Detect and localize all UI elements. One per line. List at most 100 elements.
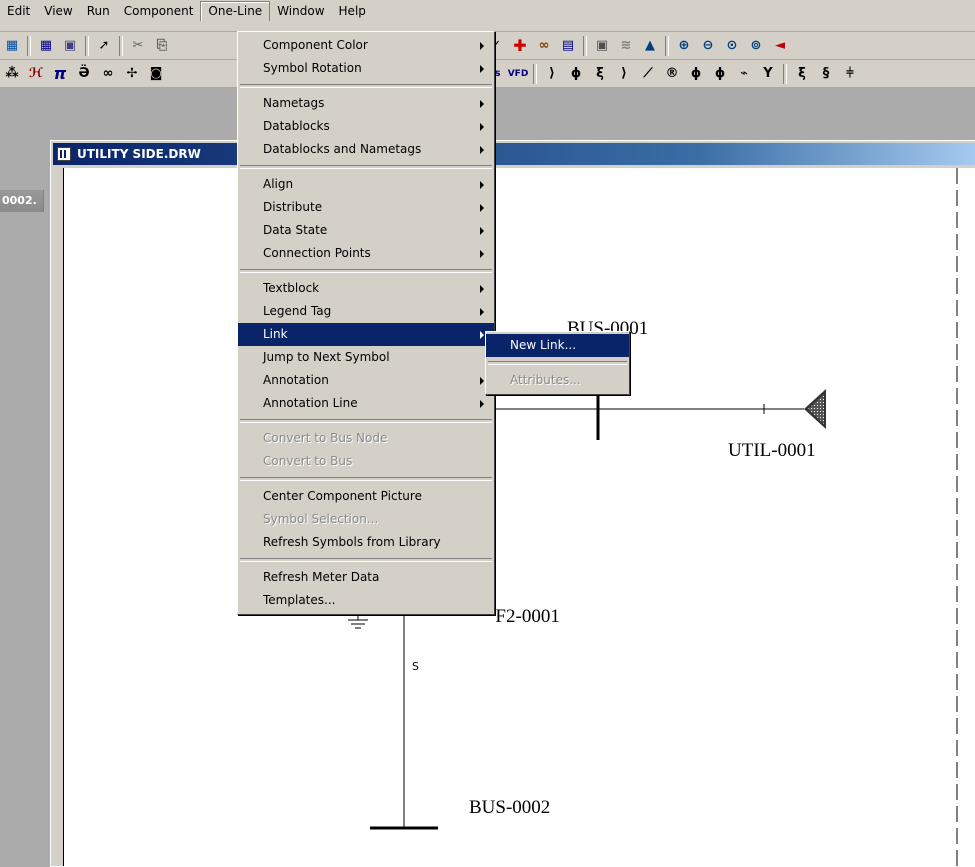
drawing-title-bar[interactable]: UTILITY SIDE.DRW [53,143,975,165]
open-switch-icon[interactable]: ⌁ [734,64,754,84]
ct-icon[interactable]: ϕ [710,64,730,84]
menu-window[interactable]: Window [270,1,331,21]
zoom-in-icon[interactable]: ⊕ [674,36,694,56]
menu-item-label: Component Color [263,38,368,52]
bus-0002-label[interactable]: BUS-0002 [469,797,550,819]
menu-item-label: Align [263,177,294,191]
submenu-separator [488,361,627,365]
submenu-arrow-icon [480,308,484,316]
submenu-arrow-icon [480,181,484,189]
switch-icon[interactable]: ⟩ [614,64,634,84]
attributes-menu-item[interactable]: Attributes... [486,369,629,392]
menu-edit[interactable]: Edit [0,1,37,21]
new-link-menu-item[interactable]: New Link... [486,334,629,357]
back-icon[interactable]: ◄ [770,36,790,56]
menu-item-data-state[interactable]: Data State [238,219,494,242]
pointer-help-icon[interactable]: ➚ [94,36,114,56]
menu-item-refresh-meter-data[interactable]: Refresh Meter Data [238,566,494,589]
submenu-arrow-icon [480,331,484,339]
menu-component[interactable]: Component [117,1,201,21]
util-0001-label[interactable]: UTIL-0001 [728,440,816,462]
drawing-window: UTILITY SIDE.DRW BUS-0001 UTIL-0001 'F2-… [50,140,975,867]
menu-item-distribute[interactable]: Distribute [238,196,494,219]
zoom-all-icon[interactable]: ⊚ [746,36,766,56]
relay-icon[interactable]: ξ [590,64,610,84]
tower-icon[interactable]: ℋ [26,64,46,84]
zoom-window-icon[interactable]: ⊙ [722,36,742,56]
harmonic-filter-icon[interactable]: Ӛ [74,64,94,84]
menu-item-label: Legend Tag [263,304,332,318]
menu-item-label: Annotation Line [263,396,358,410]
toolbar-separator [27,35,31,56]
menu-item-center-component-picture[interactable]: Center Component Picture [238,485,494,508]
one-line-diagram [348,168,958,866]
binoculars-icon[interactable]: ∞ [534,36,554,56]
grid-icon[interactable]: ▦ [36,36,56,56]
menu-item-legend-tag[interactable]: Legend Tag [238,300,494,323]
menu-item-annotation[interactable]: Annotation [238,369,494,392]
one-line-menu: Component Color Symbol Rotation Nametags Da… [237,31,495,615]
menu-item-label: Textblock [263,281,320,295]
add-icon[interactable]: ✚ [510,36,530,56]
drawing-canvas[interactable]: BUS-0001 UTIL-0001 'F2-0001 BUS-0002 S [63,168,975,866]
transformer-y-icon[interactable]: Y [758,64,778,84]
menu-item-textblock[interactable]: Textblock [238,277,494,300]
menu-item-link[interactable]: Link [238,323,494,346]
menu-item-refresh-symbols-from-library[interactable]: Refresh Symbols from Library [238,531,494,554]
coil2-icon[interactable]: § [816,64,836,84]
menu-one-line[interactable]: One-Line [200,1,271,21]
drawing-window-icon[interactable] [57,147,71,161]
stack-icon[interactable]: ≋ [616,36,636,56]
menu-item-nametags[interactable]: Nametags [238,92,494,115]
menu-item-label: Nametags [263,96,325,110]
menu-item-label: Templates... [263,593,336,607]
menu-item-symbol-rotation[interactable]: Symbol Rotation [238,57,494,80]
recloser-icon[interactable]: ® [662,64,682,84]
reactor-icon[interactable]: ∞ [98,64,118,84]
menu-item-annotation-line[interactable]: Annotation Line [238,392,494,415]
toolbar-separator [119,35,123,56]
menu-item-connection-points[interactable]: Connection Points [238,242,494,265]
cut-icon[interactable]: ✂ [128,36,148,56]
menu-help[interactable]: Help [332,1,373,21]
menu-item-convert-to-bus-node[interactable]: Convert to Bus Node [238,427,494,450]
menu-item-jump-to-next-symbol[interactable]: Jump to Next Symbol [238,346,494,369]
generator-group-icon[interactable]: ⁂ [2,64,22,84]
menu-item-align[interactable]: Align [238,173,494,196]
submenu-arrow-icon [480,123,484,131]
coil-icon[interactable]: ξ [792,64,812,84]
ground-icon[interactable]: ✢ [122,64,142,84]
submenu-arrow-icon [480,400,484,408]
transformer-label[interactable]: 'F2-0001 [492,606,560,628]
menu-item-symbol-selection[interactable]: Symbol Selection... [238,508,494,531]
meter-icon[interactable]: ϕ [686,64,706,84]
menu-item-convert-to-bus[interactable]: Convert to Bus [238,450,494,473]
save-icon[interactable]: ▣ [60,36,80,56]
layout-icon[interactable]: ▦ [2,36,22,56]
mountain-icon[interactable]: ▲ [640,36,660,56]
window-icon[interactable]: ▣ [592,36,612,56]
copy-icon[interactable]: ⎘ [152,36,172,56]
menu-item-label: Jump to Next Symbol [263,350,390,364]
submenu-arrow-icon [480,250,484,258]
ground-bus-icon[interactable]: ⫩ [840,64,860,84]
menu-item-datablocks-and-nametags[interactable]: Datablocks and Nametags [238,138,494,161]
pi-model-icon[interactable]: π [50,64,70,84]
menu-item-label: Data State [263,223,328,237]
u-block-icon[interactable]: ◙ [146,64,166,84]
zoom-out-icon[interactable]: ⊖ [698,36,718,56]
menu-view[interactable]: View [37,1,79,21]
breaker-icon[interactable]: ⟩ [542,64,562,84]
fuse-icon[interactable]: ϕ [566,64,586,84]
submenu-arrow-icon [480,227,484,235]
disconnect-icon[interactable]: ⟋ [638,64,658,84]
minimized-window-tab[interactable]: 0002. [0,190,44,212]
menu-item-datablocks[interactable]: Datablocks [238,115,494,138]
menu-run[interactable]: Run [80,1,117,21]
menu-item-component-color[interactable]: Component Color [238,34,494,57]
menu-separator [240,165,492,169]
report-icon[interactable]: ▤ [558,36,578,56]
menu-separator [240,269,492,273]
menu-item-templates[interactable]: Templates... [238,589,494,612]
vfd-icon[interactable]: VFD [508,64,529,84]
